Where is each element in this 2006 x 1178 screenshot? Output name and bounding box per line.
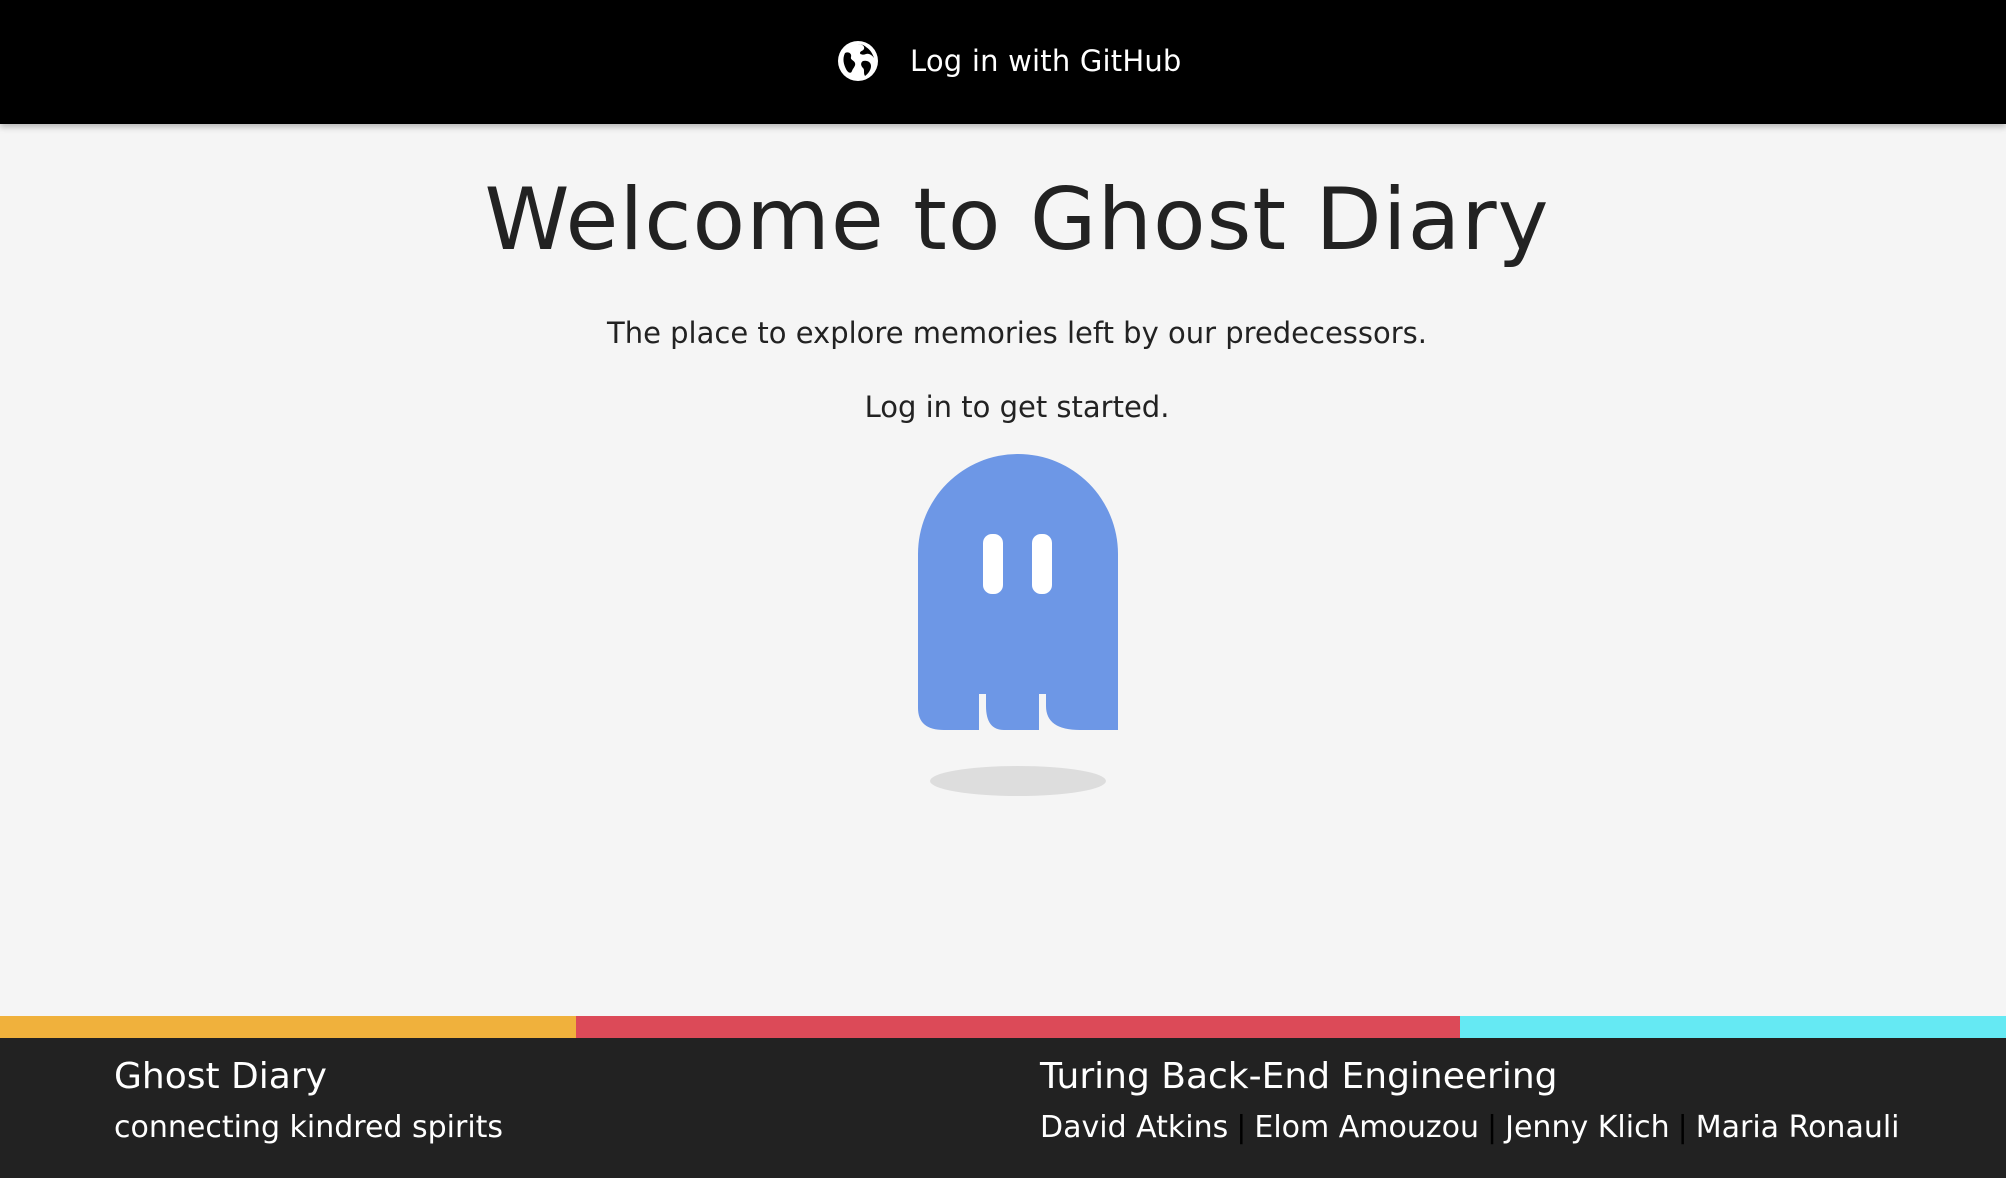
ghost-shadow [930, 766, 1106, 796]
stripe-cyan [1460, 1016, 2006, 1038]
team-member-link[interactable]: Elom Amouzou [1254, 1110, 1479, 1145]
team-separator: | [1487, 1110, 1498, 1145]
github-login-button[interactable]: Log in with GitHub [836, 36, 1182, 86]
team-separator: | [1236, 1110, 1247, 1145]
team-list: David Atkins | Elom Amouzou | Jenny Klic… [1040, 1110, 1900, 1145]
stripe-orange [0, 1016, 576, 1038]
footer: Ghost Diary connecting kindred spirits T… [0, 1038, 2006, 1178]
tagline: The place to explore memories left by ou… [606, 316, 1428, 350]
team-separator: | [1677, 1110, 1688, 1145]
team-member-link[interactable]: Maria Ronauli [1696, 1110, 1900, 1145]
stripe-red [576, 1016, 1460, 1038]
top-navbar: Log in with GitHub [0, 0, 2006, 124]
team-member-link[interactable]: Jenny Klich [1505, 1110, 1669, 1145]
globe-icon [838, 41, 878, 81]
footer-org-name: Turing Back-End Engineering [1040, 1056, 1558, 1097]
footer-app-tagline: connecting kindred spirits [114, 1110, 504, 1145]
ghost-icon [918, 454, 1118, 730]
team-member-link[interactable]: David Atkins [1040, 1110, 1228, 1145]
login-prompt: Log in to get started. [864, 390, 1170, 424]
github-login-label: Log in with GitHub [910, 44, 1182, 78]
footer-app-name: Ghost Diary [114, 1056, 327, 1097]
page-title: Welcome to Ghost Diary [484, 170, 1550, 270]
